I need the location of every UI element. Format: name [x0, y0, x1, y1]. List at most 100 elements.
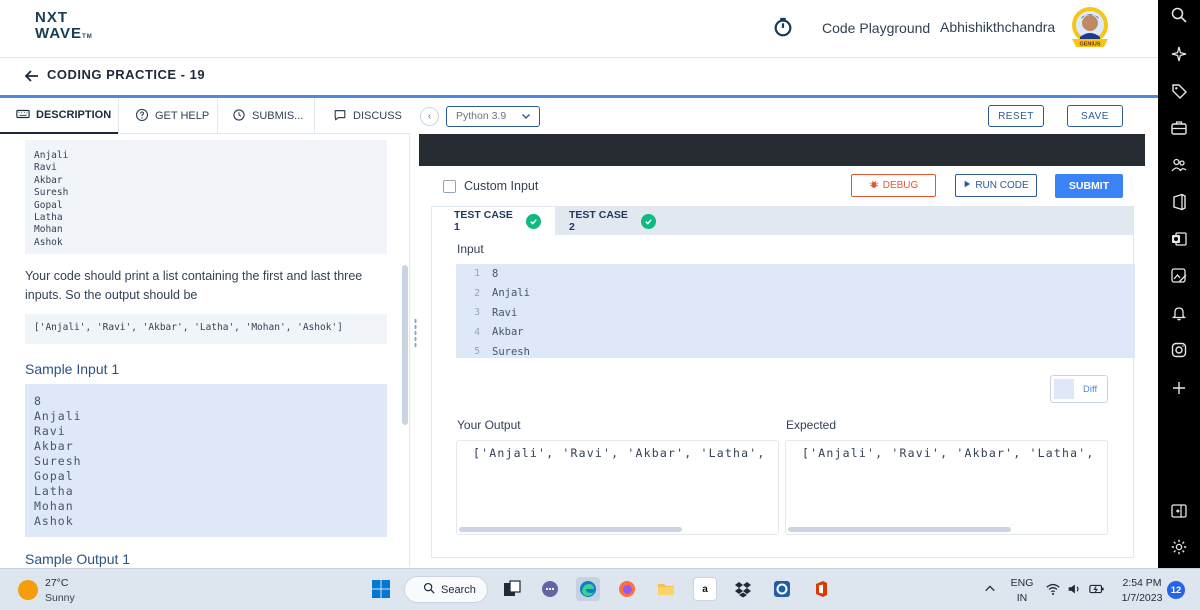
bug-icon — [869, 179, 879, 192]
volume-icon[interactable] — [1065, 577, 1083, 601]
file-explorer-icon[interactable] — [654, 577, 678, 601]
tab-description[interactable]: DESCRIPTION — [0, 98, 118, 134]
sample-input-code: 8 Anjali Ravi Akbar Suresh Gopal Latha M… — [34, 394, 82, 528]
chevron-down-icon — [521, 111, 531, 121]
keyboard-icon — [16, 107, 30, 124]
tab-discuss[interactable]: DISCUSS — [315, 98, 410, 134]
tab-description-label: DESCRIPTION — [36, 109, 112, 121]
people-icon[interactable] — [1170, 156, 1188, 174]
avatar[interactable]: GENIUS — [1064, 5, 1116, 51]
clock-date[interactable]: 1/7/2023 — [1118, 592, 1166, 604]
amazon-icon[interactable]: a — [693, 577, 717, 601]
reset-button[interactable]: RESET — [988, 105, 1044, 127]
pane-splitter[interactable] — [411, 134, 419, 567]
teams-chat-icon[interactable] — [538, 577, 562, 601]
sample-output-heading: Sample Output 1 — [25, 551, 131, 567]
test-case-tabs: TEST CASE 1 TEST CASE 2 — [432, 207, 1133, 235]
dropbox-icon[interactable] — [731, 577, 755, 601]
user-name[interactable]: Abhishikthchandra — [940, 19, 1055, 35]
run-code-button[interactable]: RUN CODE — [955, 174, 1037, 197]
wifi-icon[interactable] — [1044, 577, 1062, 601]
image-edit-icon[interactable] — [1170, 267, 1188, 285]
nxtwave-logo[interactable]: NXT WAVETM — [35, 10, 105, 44]
top-header: NXT WAVETM Code Playground Abhishikthcha… — [0, 0, 1158, 58]
chat-icon — [333, 108, 347, 125]
chevron-up-icon[interactable] — [982, 577, 998, 601]
code-block: Anjali Ravi Akbar Suresh Gopal Latha Moh… — [25, 140, 387, 254]
tab-get-help-label: GET HELP — [155, 110, 210, 122]
briefcase-icon[interactable] — [1170, 119, 1188, 137]
expected-output-box[interactable]: ['Anjali', 'Ravi', 'Akbar', 'Latha', — [785, 440, 1108, 535]
input-line: 4 Akbar — [474, 326, 524, 339]
tag-icon[interactable] — [1170, 82, 1188, 100]
battery-icon[interactable] — [1087, 577, 1107, 601]
diff-toggle-knob — [1054, 379, 1074, 399]
submit-button[interactable]: SUBMIT — [1055, 174, 1123, 198]
run-code-label: RUN CODE — [975, 180, 1029, 191]
sample-input-block: 8 Anjali Ravi Akbar Suresh Gopal Latha M… — [25, 384, 387, 537]
chevron-left-icon: ‹ — [427, 111, 432, 122]
your-output-box[interactable]: ['Anjali', 'Ravi', 'Akbar', 'Latha', — [456, 440, 779, 535]
code-editor[interactable] — [419, 134, 1145, 166]
expected-output-text: ['Anjali', 'Ravi', 'Akbar', 'Latha', — [802, 446, 1095, 460]
search-icon[interactable] — [1170, 6, 1188, 24]
bell-icon[interactable] — [1170, 304, 1188, 322]
language-select[interactable]: Python 3.9 — [446, 106, 540, 127]
outlook-icon[interactable] — [1170, 230, 1188, 248]
edge-browser-icon[interactable] — [576, 577, 600, 601]
search-icon — [423, 582, 435, 597]
clock-icon — [232, 108, 246, 125]
save-button[interactable]: SAVE — [1067, 105, 1123, 127]
add-icon[interactable] — [1170, 379, 1188, 397]
task-view-icon[interactable] — [500, 577, 524, 601]
your-output-scrollbar[interactable] — [459, 527, 682, 532]
weather-temperature[interactable]: 27°C — [45, 577, 68, 589]
weather-condition[interactable]: Sunny — [45, 592, 75, 604]
test-input-box[interactable]: 18 2 Anjali 3 Ravi 4 Akbar 5 Suresh — [456, 264, 1135, 358]
help-circle-icon — [135, 108, 149, 125]
taskbar-search-label: Search — [441, 583, 476, 596]
collapse-left-button[interactable]: ‹ — [420, 107, 439, 126]
code-playground-link[interactable]: Code Playground — [822, 20, 930, 36]
stopwatch-icon[interactable] — [772, 16, 794, 38]
notification-badge[interactable]: 12 — [1167, 581, 1185, 599]
office-icon[interactable] — [1170, 193, 1188, 211]
taskbar-search[interactable]: Search — [404, 576, 488, 603]
page-title: CODING PRACTICE - 19 — [47, 67, 206, 82]
sun-icon[interactable] — [18, 580, 38, 600]
custom-input-checkbox[interactable] — [443, 180, 456, 193]
firefox-icon[interactable] — [615, 577, 639, 601]
windows-start-icon[interactable] — [369, 577, 393, 601]
sidebar-toggle-icon[interactable] — [1170, 502, 1188, 520]
language-indicator[interactable]: ENG — [1010, 577, 1034, 589]
office-app-icon[interactable] — [809, 577, 833, 601]
drag-handle-icon[interactable] — [414, 318, 417, 348]
tab-discuss-label: DISCUSS — [353, 110, 402, 122]
check-circle-icon — [641, 213, 656, 229]
region-indicator[interactable]: IN — [1010, 592, 1034, 604]
language-value: Python 3.9 — [456, 110, 507, 122]
custom-input-label: Custom Input — [464, 179, 539, 193]
clock-time[interactable]: 2:54 PM — [1118, 577, 1166, 589]
description-scrollbar[interactable] — [402, 265, 408, 425]
tab-submissions[interactable]: SUBMIS... — [218, 98, 314, 134]
expected-label: Expected — [786, 418, 837, 432]
debug-button[interactable]: DEBUG — [851, 174, 936, 197]
sparkle-icon[interactable] — [1170, 45, 1188, 63]
app-root: NXT WAVETM Code Playground Abhishikthcha… — [0, 0, 1200, 610]
app-blue-circle-icon[interactable] — [770, 577, 794, 601]
tab-get-help[interactable]: GET HELP — [119, 98, 217, 134]
input-line: 2 Anjali — [474, 287, 530, 300]
tab-test-case-2[interactable]: TEST CASE 2 — [555, 207, 670, 235]
settings-gear-icon[interactable] — [1170, 538, 1188, 556]
instagram-icon[interactable] — [1170, 341, 1188, 359]
names-code: Anjali Ravi Akbar Suresh Gopal Latha Moh… — [34, 150, 69, 248]
expected-output-scrollbar[interactable] — [788, 527, 1011, 532]
diff-toggle[interactable]: Diff — [1050, 375, 1108, 403]
practice-header: CODING PRACTICE - 19 — [0, 58, 1158, 96]
tab-test-case-1[interactable]: TEST CASE 1 — [432, 207, 555, 235]
description-pane[interactable]: Anjali Ravi Akbar Suresh Gopal Latha Moh… — [0, 134, 410, 567]
input-line: 3 Ravi — [474, 306, 518, 319]
back-arrow-icon[interactable] — [24, 68, 40, 84]
expected-output-code: ['Anjali', 'Ravi', 'Akbar', 'Latha', 'Mo… — [34, 322, 343, 333]
